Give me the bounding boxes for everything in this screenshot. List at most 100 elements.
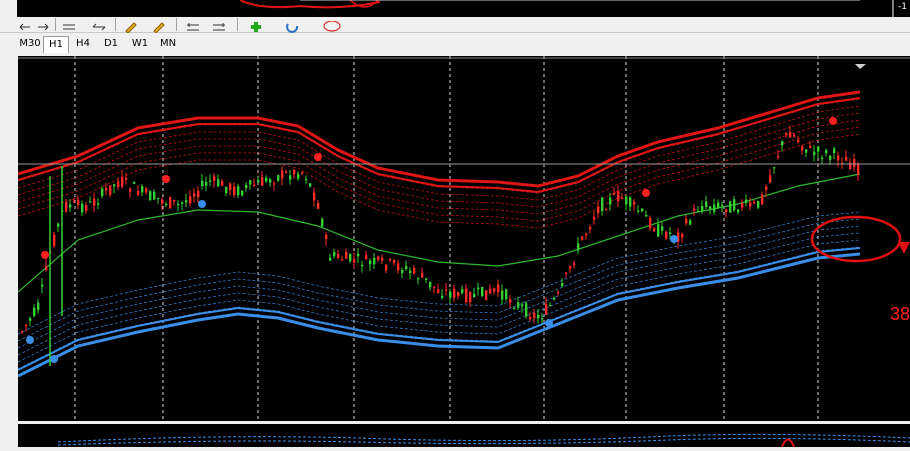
candle-body (625, 196, 628, 205)
candle-body (349, 253, 352, 262)
tab-h4[interactable]: H4 (71, 36, 95, 52)
candle-body (649, 218, 652, 229)
pencil-icon[interactable] (152, 18, 166, 34)
arrows-h-icon[interactable] (212, 18, 226, 31)
candle-body (469, 292, 472, 303)
candle-body (773, 167, 776, 169)
candle-body (629, 197, 632, 207)
pencil-icon[interactable] (124, 18, 138, 34)
arrows-h-icon[interactable] (186, 18, 200, 31)
candle-body (401, 269, 404, 273)
tab-d1[interactable]: D1 (99, 36, 123, 52)
candle-body (253, 184, 256, 187)
candle-body (345, 251, 348, 259)
candle-body (97, 203, 100, 205)
lower-inner-band (18, 232, 861, 356)
candle-body (121, 177, 124, 187)
candle-body (33, 307, 36, 316)
toolbar-separator (55, 18, 56, 31)
candle-body (477, 287, 480, 290)
sell-signal-dot (41, 251, 49, 259)
candle-body (157, 197, 160, 200)
ellipse-tool-icon[interactable] (322, 18, 341, 32)
candle-body (489, 288, 492, 294)
subwindow-line (57, 437, 910, 446)
candle-body (737, 209, 740, 213)
buy-signal-dot (198, 200, 206, 208)
candle-body (185, 200, 188, 203)
candle-body (745, 199, 748, 203)
upper-band-outer (18, 90, 861, 188)
candle-body (405, 266, 408, 270)
candle-body (689, 220, 692, 225)
buy-signal-dot (50, 355, 58, 363)
price-chart[interactable] (18, 56, 910, 421)
candle-body (281, 170, 284, 179)
candle-body (25, 324, 28, 326)
candle-body (821, 157, 824, 159)
candle-body (585, 233, 588, 236)
toolbar-separator (237, 18, 238, 31)
candle-body (297, 173, 300, 179)
candle-body (781, 141, 784, 146)
candle-body (453, 288, 456, 298)
indicator-subwindow[interactable] (18, 424, 910, 448)
upper-band-second (18, 97, 861, 194)
scroll-marker-icon[interactable] (855, 64, 866, 69)
candle-body (801, 146, 804, 151)
candle-body (549, 305, 552, 307)
tab-m30[interactable]: M30 (18, 36, 42, 52)
sell-signal-dot (829, 117, 837, 125)
candle-body (569, 266, 572, 269)
tab-mn[interactable]: MN (156, 36, 180, 52)
candle-body (161, 199, 164, 204)
candle-body (261, 177, 264, 186)
candle-body (565, 272, 568, 274)
candle-body (313, 192, 316, 201)
candle-body (657, 224, 660, 237)
sell-signal-dot (314, 153, 322, 161)
candle-body (241, 190, 244, 196)
candle-body (769, 175, 772, 183)
candle-body (645, 214, 648, 217)
candle-body (101, 188, 104, 196)
tab-w1[interactable]: W1 (128, 36, 152, 52)
top-strip-line (300, 0, 860, 1)
candle-body (137, 191, 140, 196)
candle-body (541, 318, 544, 320)
left-gutter (0, 0, 17, 17)
candle-body (501, 290, 504, 300)
candle-body (729, 201, 732, 213)
arrows-h-icon[interactable] (92, 18, 106, 31)
annotation-arrow (898, 242, 910, 254)
candle-body (293, 169, 296, 175)
candle-body (37, 302, 40, 310)
candle-body (129, 188, 132, 192)
candle-body (93, 198, 96, 206)
tab-h1[interactable]: H1 (43, 36, 69, 53)
candle-body (441, 295, 444, 299)
middle-line (18, 173, 861, 293)
candle-body (73, 200, 76, 203)
candle-body (525, 303, 528, 317)
candle-body (169, 197, 172, 209)
lower-inner-band (18, 239, 861, 363)
candle-body (581, 236, 584, 240)
arrow-left-icon[interactable] (18, 18, 32, 31)
candle-body (497, 284, 500, 293)
candle-body (473, 293, 476, 298)
arrow-right-icon[interactable] (36, 18, 50, 31)
plus-icon[interactable] (249, 18, 263, 32)
candle-body (721, 204, 724, 206)
buy-signal-dot (545, 319, 553, 327)
candle-body (809, 146, 812, 148)
drawing-toolbar (0, 17, 910, 34)
candle-body (733, 199, 736, 211)
candle-body (545, 303, 548, 315)
circle-icon[interactable] (285, 18, 299, 33)
candle-body (89, 201, 92, 203)
candle-body (665, 231, 668, 239)
candle-body (417, 278, 420, 280)
candle-body (697, 210, 700, 213)
arrows-icon[interactable] (62, 18, 76, 30)
